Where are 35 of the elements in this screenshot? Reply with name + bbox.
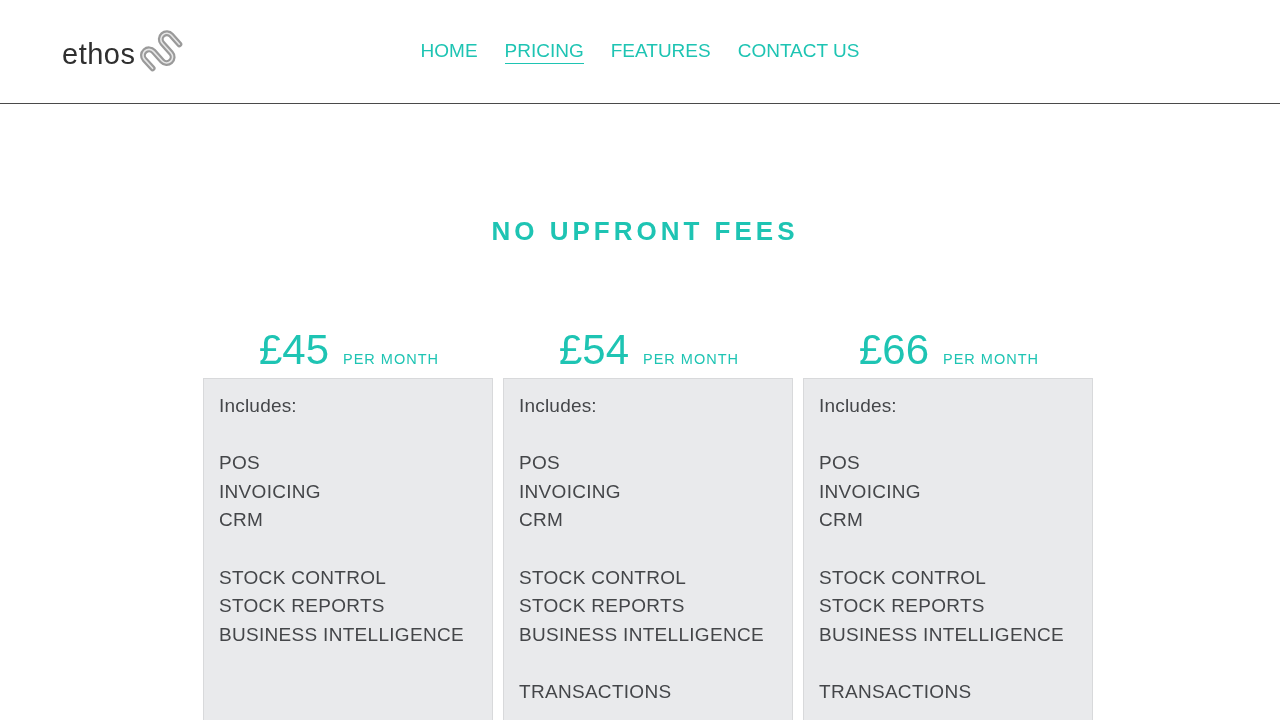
feature-text: POS xyxy=(819,451,862,476)
feature-text: STOCK REPORTS xyxy=(219,594,386,619)
price: £66 xyxy=(858,326,930,374)
feature-text: STOCK CONTROL xyxy=(219,565,388,590)
nav-link[interactable]: PRICING xyxy=(504,39,584,64)
period-label: PER MONTH xyxy=(943,351,1040,367)
feature-text: BUSINESS INTELLIGENCE xyxy=(219,622,465,647)
feature-text: STOCK REPORTS xyxy=(819,594,986,619)
section-heading: NO UPFRONT FEES xyxy=(490,216,800,246)
feature-text: BUSINESS INTELLIGENCE xyxy=(519,622,765,647)
logo-text: ethos xyxy=(62,40,136,69)
includes-label: Includes: xyxy=(519,394,598,418)
feature-text: TRANSACTIONS xyxy=(819,679,973,704)
feature-text: INVOICING xyxy=(219,479,322,504)
feature-text: INVOICING xyxy=(519,479,622,504)
feature-text: STOCK CONTROL xyxy=(519,565,688,590)
period-label: PER MONTH xyxy=(343,351,440,367)
includes-label: Includes: xyxy=(219,394,298,418)
price: £45 xyxy=(258,326,330,374)
feature-text: CRM xyxy=(519,508,565,533)
includes-label: Includes: xyxy=(819,394,898,418)
feature-text: TRANSACTIONS xyxy=(519,679,673,704)
feature-text: CRM xyxy=(819,508,865,533)
period-label: PER MONTH xyxy=(643,351,740,367)
nav-link[interactable]: FEATURES xyxy=(610,39,711,64)
feature-text: INVOICING xyxy=(819,479,922,504)
feature-text: POS xyxy=(219,451,262,476)
feature-text: STOCK CONTROL xyxy=(819,565,988,590)
price: £54 xyxy=(558,326,630,374)
feature-text: CRM xyxy=(219,508,265,533)
nav-link[interactable]: CONTACT US xyxy=(737,39,860,64)
feature-text: BUSINESS INTELLIGENCE xyxy=(819,622,1065,647)
nav-link[interactable]: HOME xyxy=(420,39,478,64)
feature-text: POS xyxy=(519,451,562,476)
feature-text: STOCK REPORTS xyxy=(519,594,686,619)
